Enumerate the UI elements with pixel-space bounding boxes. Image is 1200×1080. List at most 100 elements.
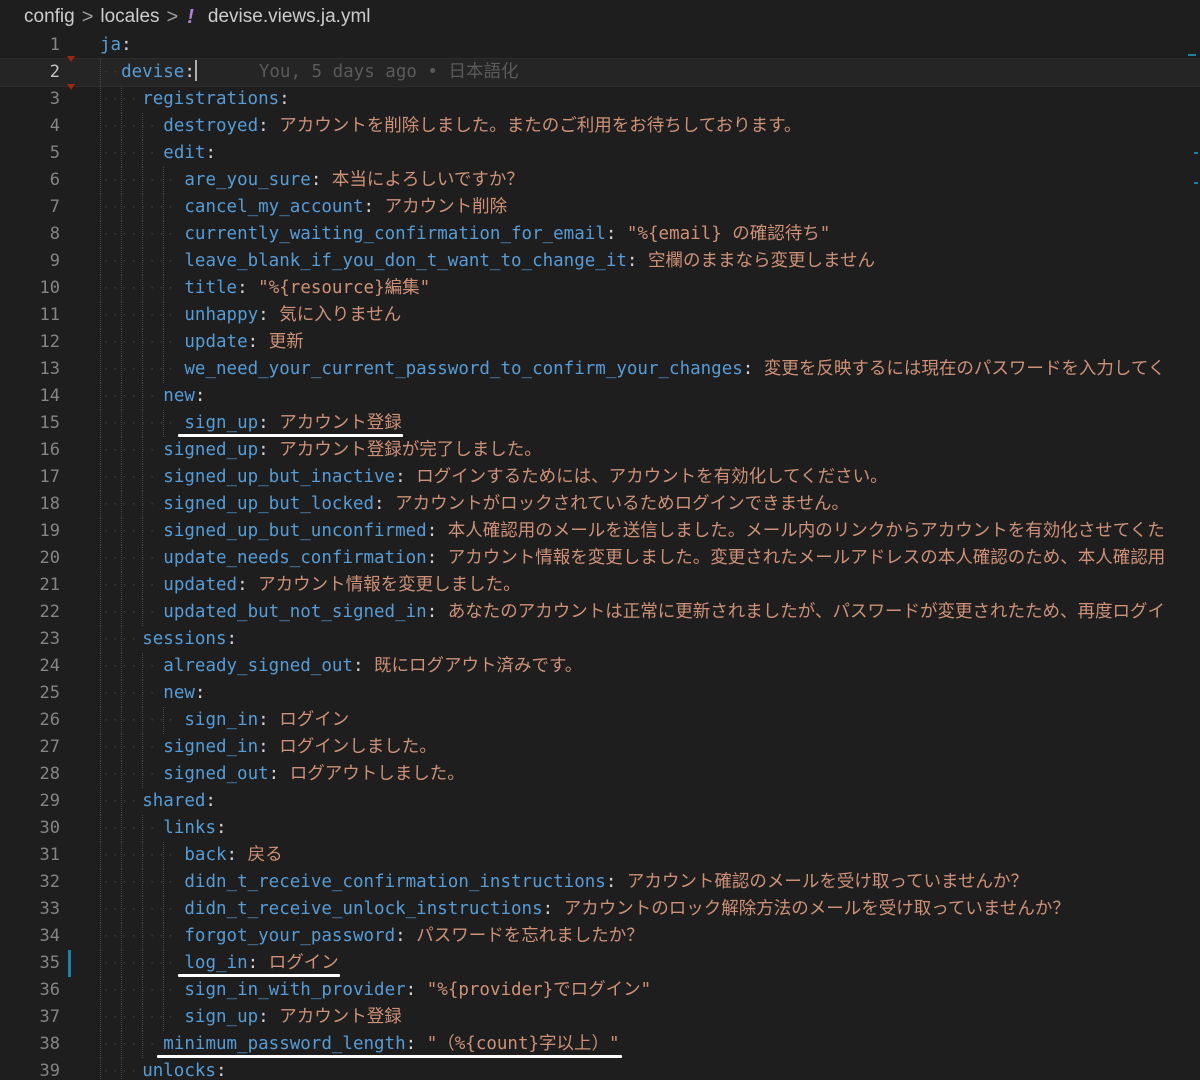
line-number[interactable]: 14 <box>0 383 60 410</box>
line-number[interactable]: 36 <box>0 977 60 1004</box>
code-text[interactable]: ja: <box>100 32 132 59</box>
code-text[interactable]: currently_waiting_confirmation_for_email… <box>184 221 830 248</box>
code-text[interactable]: destroyed: アカウントを削除しました。またのご利用をお待ちしております… <box>163 113 801 140</box>
code-text[interactable]: sign_in: ログイン <box>184 707 349 734</box>
code-line[interactable]: 31 ········ back: 戻る <box>0 842 1200 869</box>
line-number[interactable]: 7 <box>0 194 60 221</box>
code-text[interactable]: update_needs_confirmation: アカウント情報を変更しまし… <box>163 545 1165 572</box>
line-number[interactable]: 6 <box>0 167 60 194</box>
code-text[interactable]: sign_up: アカウント登録 <box>184 410 401 437</box>
line-number[interactable]: 28 <box>0 761 60 788</box>
modified-line-indicator[interactable] <box>68 950 71 977</box>
code-text[interactable]: registrations: <box>142 86 290 113</box>
code-text[interactable]: cancel_my_account: アカウント削除 <box>184 194 507 221</box>
code-text[interactable]: new: <box>163 383 205 410</box>
code-line[interactable]: 25 ······ new: <box>0 680 1200 707</box>
code-text[interactable]: devise: You, 5 days ago • 日本語化 <box>121 59 519 86</box>
code-text[interactable]: signed_out: ログアウトしました。 <box>163 761 464 788</box>
code-line[interactable]: 13 ········ we_need_your_current_password_… <box>0 356 1200 383</box>
code-line[interactable]: 38 ······ minimum_password_length: "（%{cou… <box>0 1031 1200 1058</box>
line-number[interactable]: 35 <box>0 950 60 977</box>
line-number[interactable]: 26 <box>0 707 60 734</box>
code-text[interactable]: unhappy: 気に入りません <box>184 302 401 329</box>
line-number[interactable]: 38 <box>0 1031 60 1058</box>
code-line[interactable]: 11 ········ unhappy: 気に入りません <box>0 302 1200 329</box>
code-line[interactable]: 29 ···· shared: <box>0 788 1200 815</box>
code-line[interactable]: 10 ········ title: "%{resource}編集" <box>0 275 1200 302</box>
line-number[interactable]: 22 <box>0 599 60 626</box>
breadcrumb-item-file[interactable]: devise.views.ja.yml <box>208 6 371 28</box>
code-line[interactable]: 24 ······ already_signed_out: 既にログアウト済みです。 <box>0 653 1200 680</box>
line-number[interactable]: 29 <box>0 788 60 815</box>
line-number[interactable]: 31 <box>0 842 60 869</box>
code-line[interactable]: 33 ········ didn_t_receive_unlock_instruct… <box>0 896 1200 923</box>
code-text[interactable]: signed_up: アカウント登録が完了しました。 <box>163 437 541 464</box>
code-line[interactable]: 7 ········ cancel_my_account: アカウント削除 <box>0 194 1200 221</box>
code-line[interactable]: 37 ········ sign_up: アカウント登録 <box>0 1004 1200 1031</box>
line-number[interactable]: 2 <box>0 59 60 86</box>
code-line[interactable]: 1 ja: <box>0 32 1200 59</box>
code-text[interactable]: leave_blank_if_you_don_t_want_to_change_… <box>184 248 875 275</box>
code-line[interactable]: 20 ······ update_needs_confirmation: アカウント… <box>0 545 1200 572</box>
code-line[interactable]: 34 ········ forgot_your_password: パスワードを忘れ… <box>0 923 1200 950</box>
code-text[interactable]: log_in: ログイン <box>184 950 338 977</box>
code-line[interactable]: 14 ······ new: <box>0 383 1200 410</box>
code-text[interactable]: unlocks: <box>142 1058 226 1080</box>
code-line[interactable]: 2 ·· devise: You, 5 days ago • 日本語化 <box>0 58 1200 87</box>
line-number[interactable]: 30 <box>0 815 60 842</box>
code-line[interactable]: 12 ········ update: 更新 <box>0 329 1200 356</box>
code-line[interactable]: 18 ······ signed_up_but_locked: アカウントがロックさ… <box>0 491 1200 518</box>
line-number[interactable]: 18 <box>0 491 60 518</box>
code-text[interactable]: back: 戻る <box>184 842 282 869</box>
code-line[interactable]: 17 ······ signed_up_but_inactive: ログインするため… <box>0 464 1200 491</box>
code-line[interactable]: 16 ······ signed_up: アカウント登録が完了しました。 <box>0 437 1200 464</box>
code-text[interactable]: new: <box>163 680 205 707</box>
code-text[interactable]: links: <box>163 815 226 842</box>
code-text[interactable]: updated_but_not_signed_in: あなたのアカウントは正常に… <box>163 599 1165 626</box>
code-line[interactable]: 5 ······ edit: <box>0 140 1200 167</box>
line-number[interactable]: 33 <box>0 896 60 923</box>
gutter-marker-icon[interactable] <box>67 56 75 62</box>
line-number[interactable]: 32 <box>0 869 60 896</box>
line-number[interactable]: 21 <box>0 572 60 599</box>
code-line[interactable]: 21 ······ updated: アカウント情報を変更しました。 <box>0 572 1200 599</box>
code-text[interactable]: didn_t_receive_unlock_instructions: アカウン… <box>184 896 1069 923</box>
code-text[interactable]: are_you_sure: 本当によろしいですか？ <box>184 167 524 194</box>
code-line[interactable]: 8 ········ currently_waiting_confirmation_… <box>0 221 1200 248</box>
code-line[interactable]: 15 ········ sign_up: アカウント登録 <box>0 410 1200 437</box>
line-number[interactable]: 13 <box>0 356 60 383</box>
line-number[interactable]: 23 <box>0 626 60 653</box>
code-text[interactable]: signed_up_but_inactive: ログインするためには、アカウント… <box>163 464 887 491</box>
code-text[interactable]: sessions: <box>142 626 237 653</box>
code-line[interactable]: 26 ········ sign_in: ログイン <box>0 707 1200 734</box>
code-text[interactable]: minimum_password_length: "（%{count}字以上）" <box>163 1031 619 1058</box>
code-editor[interactable]: 1 ja: 2 ·· devise: You, 5 days ago • 日本語化 3 ···… <box>0 32 1200 1080</box>
code-line[interactable]: 36 ········ sign_in_with_provider: "%{prov… <box>0 977 1200 1004</box>
line-number[interactable]: 10 <box>0 275 60 302</box>
code-text[interactable]: edit: <box>163 140 216 167</box>
code-line[interactable]: 32 ········ didn_t_receive_confirmation_in… <box>0 869 1200 896</box>
code-line[interactable]: 30 ······ links: <box>0 815 1200 842</box>
code-line[interactable]: 9 ········ leave_blank_if_you_don_t_want_t… <box>0 248 1200 275</box>
code-line[interactable]: 35 ········ log_in: ログイン <box>0 950 1200 977</box>
code-text[interactable]: update: 更新 <box>184 329 303 356</box>
code-text[interactable]: sign_up: アカウント登録 <box>184 1004 401 1031</box>
code-text[interactable]: forgot_your_password: パスワードを忘れましたか？ <box>184 923 643 950</box>
code-line[interactable]: 4 ······ destroyed: アカウントを削除しました。またのご利用をお待… <box>0 113 1200 140</box>
line-number[interactable]: 11 <box>0 302 60 329</box>
code-text[interactable]: didn_t_receive_confirmation_instructions… <box>184 869 1028 896</box>
line-number[interactable]: 8 <box>0 221 60 248</box>
line-number[interactable]: 24 <box>0 653 60 680</box>
line-number[interactable]: 39 <box>0 1058 60 1080</box>
gutter-marker-icon[interactable] <box>67 84 75 90</box>
code-text[interactable]: we_need_your_current_password_to_confirm… <box>184 356 1165 383</box>
line-number[interactable]: 12 <box>0 329 60 356</box>
code-text[interactable]: signed_up_but_unconfirmed: 本人確認用のメールを送信し… <box>163 518 1164 545</box>
line-number[interactable]: 20 <box>0 545 60 572</box>
line-number[interactable]: 3 <box>0 86 60 113</box>
code-text[interactable]: shared: <box>142 788 216 815</box>
breadcrumb-item-config[interactable]: config <box>24 6 75 28</box>
line-number[interactable]: 27 <box>0 734 60 761</box>
code-line[interactable]: 6 ········ are_you_sure: 本当によろしいですか？ <box>0 167 1200 194</box>
code-text[interactable]: updated: アカウント情報を変更しました。 <box>163 572 520 599</box>
